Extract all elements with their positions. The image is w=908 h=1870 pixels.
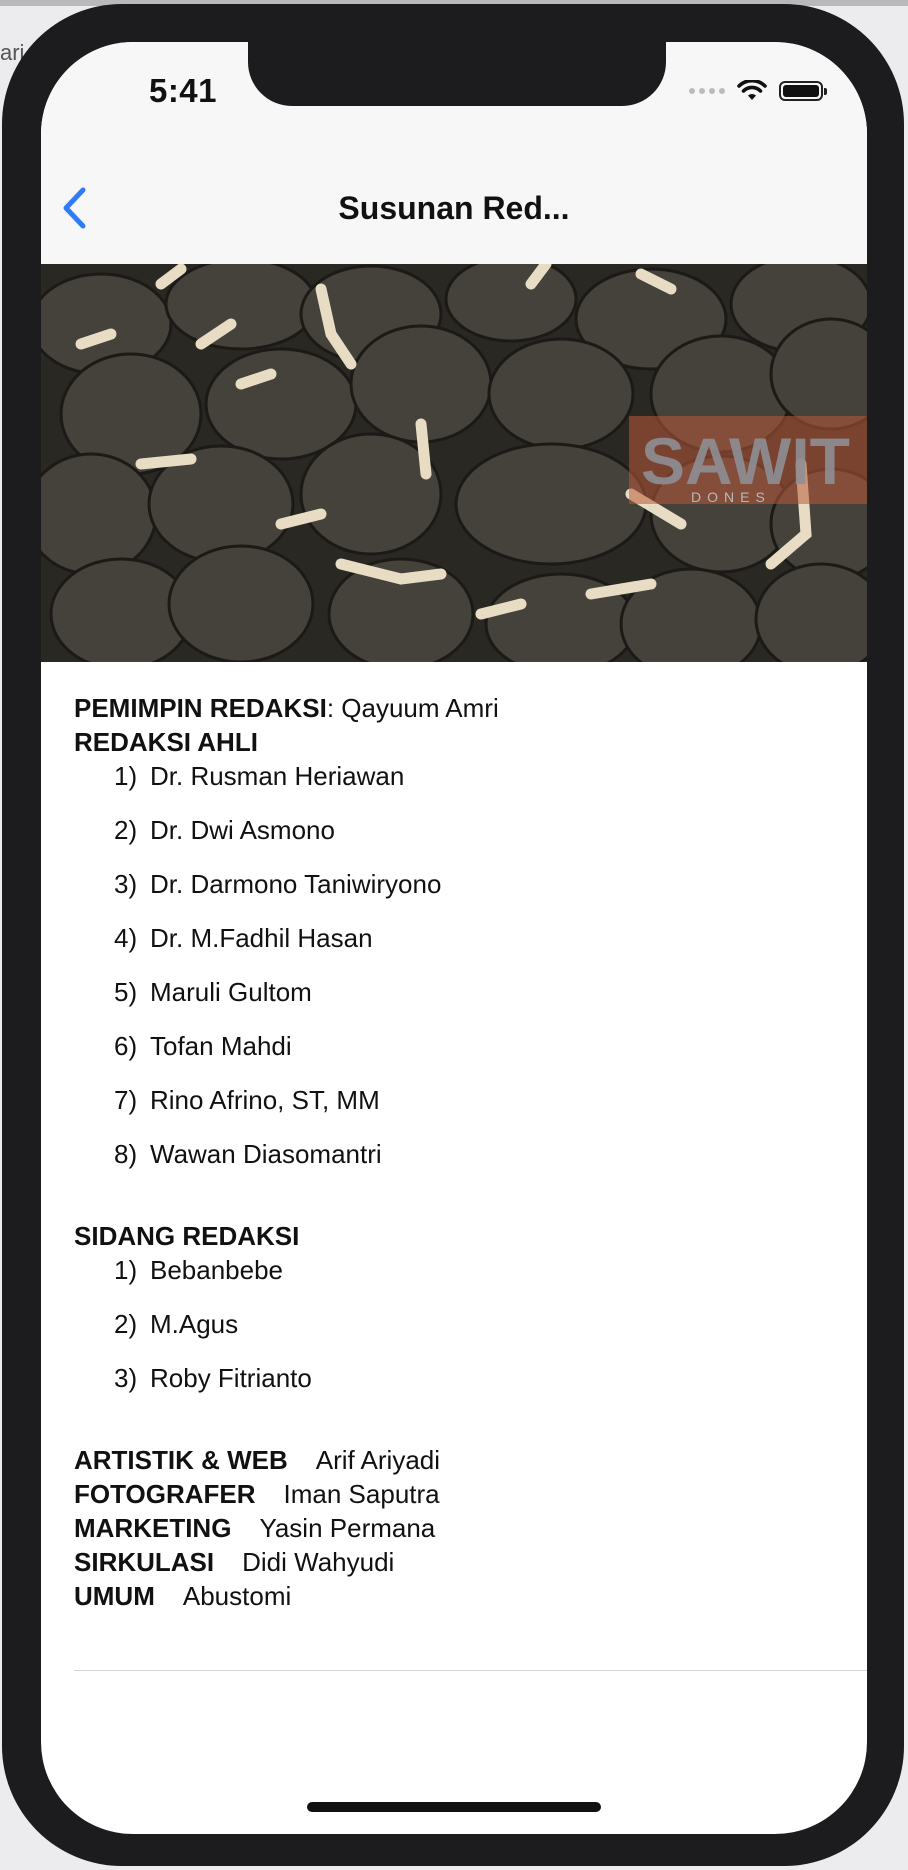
page-title: Susunan Red... (338, 190, 570, 226)
palm-seed-photo: SAWIT DONES (41, 264, 867, 662)
list-item: 2) Dr. Dwi Asmono (114, 815, 335, 845)
role-line-fotografer: FOTOGRAFER Iman Saputra (74, 1479, 440, 1509)
phone-screen: 5:41 Susunan Red... SAWIT DONES PEMIMPIN… (41, 42, 867, 1834)
role-line-sirkulasi: SIRKULASI Didi Wahyudi (74, 1547, 395, 1577)
pemimpin-redaksi-line: PEMIMPIN REDAKSI: Qayuum Amri (74, 691, 854, 725)
battery-icon (779, 81, 827, 101)
list-item: 6) Tofan Mahdi (114, 1031, 292, 1061)
list-item: 5) Maruli Gultom (114, 977, 312, 1007)
content-body: PEMIMPIN REDAKSI: Qayuum Amri REDAKSI AH… (74, 691, 854, 1613)
sidang-redaksi-heading: SIDANG REDAKSI (74, 1221, 300, 1251)
redaksi-ahli-heading: REDAKSI AHLI (74, 727, 258, 757)
navigation-bar: Susunan Red... (41, 152, 867, 264)
status-time: 5:41 (148, 72, 218, 109)
role-line-umum: UMUM Abustomi (74, 1581, 292, 1611)
device-notch (248, 42, 666, 106)
sidang-redaksi-list: 1) Bebanbebe 2) M.Agus 3) Roby Fitrianto (74, 1253, 854, 1415)
list-item: 1) Dr. Rusman Heriawan (114, 761, 405, 791)
list-item: 4) Dr. M.Fadhil Hasan (114, 923, 373, 953)
pemimpin-redaksi-value: : Qayuum Amri (326, 693, 499, 723)
watermark-text: SAWIT (641, 424, 850, 498)
list-item: 3) Roby Fitrianto (114, 1363, 312, 1393)
list-item: 7) Rino Afrino, ST, MM (114, 1085, 380, 1115)
content-divider (74, 1670, 867, 1671)
list-item: 2) M.Agus (114, 1309, 239, 1339)
hero-image: SAWIT DONES (41, 264, 867, 662)
role-line-artistik: ARTISTIK & WEB Arif Ariyadi (74, 1445, 441, 1475)
wifi-icon (737, 80, 767, 100)
list-item: 1) Bebanbebe (114, 1255, 284, 1285)
role-line-marketing: MARKETING Yasin Permana (74, 1513, 436, 1543)
pemimpin-redaksi-label: PEMIMPIN REDAKSI (74, 693, 327, 723)
list-item: 3) Dr. Darmono Taniwiryono (114, 869, 442, 899)
list-item: 8) Wawan Diasomantri (114, 1139, 382, 1169)
cellular-signal-icon (689, 88, 725, 94)
home-indicator[interactable] (307, 1802, 601, 1812)
watermark-subtext: DONES (691, 489, 771, 505)
redaksi-ahli-list: 1) Dr. Rusman Heriawan 2) Dr. Dwi Asmono 3… (74, 759, 854, 1191)
chevron-left-icon (63, 187, 86, 229)
phone-frame: 5:41 Susunan Red... SAWIT DONES PEMIMPIN… (2, 4, 904, 1866)
back-button[interactable] (49, 178, 99, 238)
status-icons (689, 80, 827, 102)
